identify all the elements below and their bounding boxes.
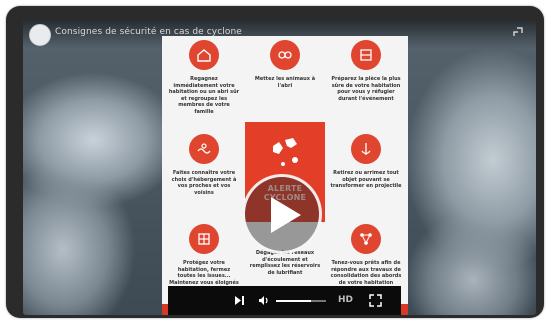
next-icon[interactable] — [234, 295, 245, 306]
poster-item-text: Préparez la pièce la plus sûre de votre … — [331, 76, 401, 102]
volume-level — [276, 300, 311, 302]
poster-item-objects: Retirez ou arrimez tout objet pouvant se… — [326, 130, 406, 214]
island-map-icon — [273, 138, 298, 166]
poster-item-text: Faites connaître votre choix d'hébergeme… — [171, 170, 237, 196]
poster-item-text: Mettez les animaux à l'abri — [254, 76, 316, 89]
player-controls: HD — [168, 286, 401, 315]
room-icon — [351, 40, 381, 70]
poster-item-animals: Mettez les animaux à l'abri — [245, 36, 325, 120]
network-icon — [351, 224, 381, 254]
anchor-icon — [351, 134, 381, 164]
house-icon — [189, 40, 219, 70]
poster-item-text: Regagnez immédiatement votre habitation … — [168, 76, 240, 115]
poster-item-room: Préparez la pièce la plus sûre de votre … — [326, 36, 406, 120]
channel-avatar[interactable] — [29, 24, 51, 46]
play-icon — [271, 197, 301, 233]
share-icon[interactable] — [512, 26, 524, 38]
volume-icon[interactable] — [258, 295, 270, 306]
volume-slider[interactable] — [276, 300, 326, 302]
fullscreen-icon[interactable] — [369, 294, 382, 307]
video-screen[interactable]: Consignes de sécurité en cas de cyclone … — [23, 20, 536, 315]
animal-icon — [270, 40, 300, 70]
poster-item-text: Tenez-vous prêts afin de répondre aux tr… — [330, 260, 402, 286]
poster-item-text: Dégagez les réseaux d'écoulement et remp… — [249, 250, 321, 276]
sea-icon — [189, 134, 219, 164]
quality-badge[interactable]: HD — [338, 295, 353, 305]
window-icon — [189, 224, 219, 254]
poster-item-house: Regagnez immédiatement votre habitation … — [164, 36, 244, 120]
poster-item-contacts: Faites connaître votre choix d'hébergeme… — [164, 130, 244, 214]
poster-item-text: Retirez ou arrimez tout objet pouvant se… — [330, 170, 402, 189]
play-button[interactable] — [242, 174, 322, 254]
video-player-frame: Consignes de sécurité en cas de cyclone … — [6, 6, 544, 318]
